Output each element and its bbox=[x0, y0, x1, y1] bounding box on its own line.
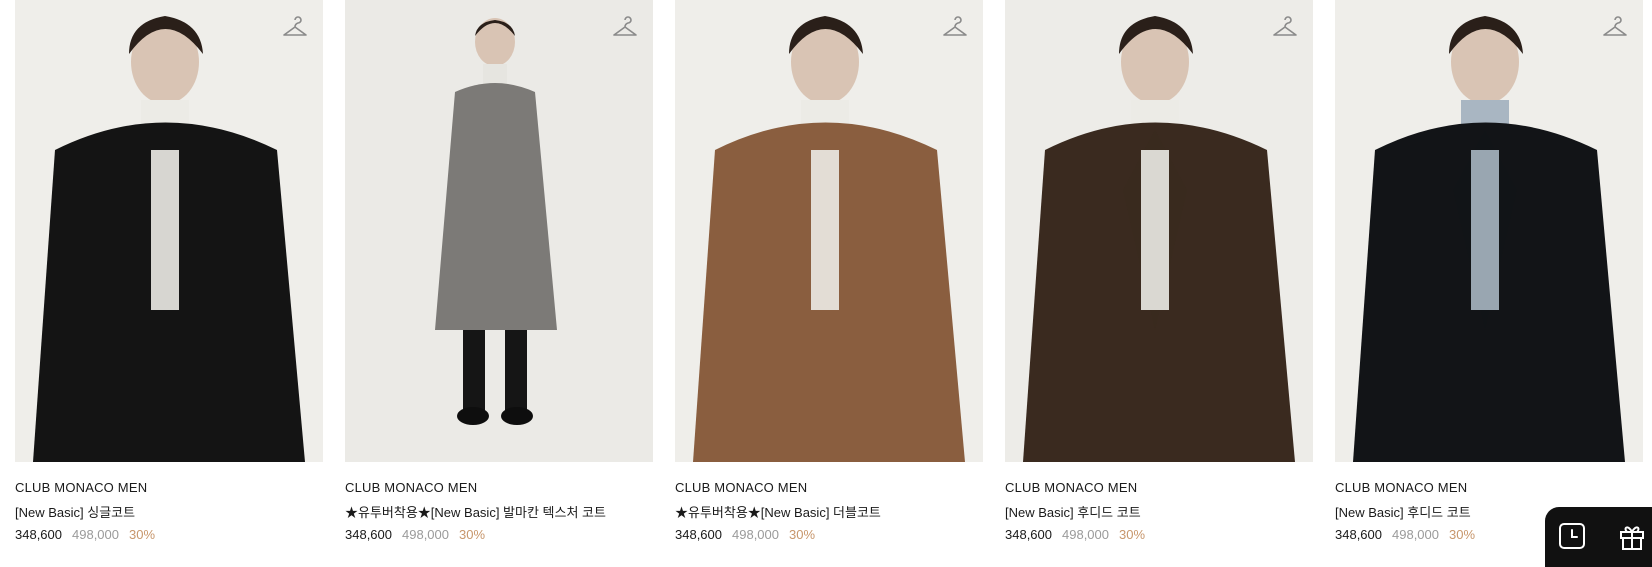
discount-rate: 30% bbox=[1449, 527, 1476, 542]
product-prices: 348,600 498,000 30% bbox=[345, 527, 485, 542]
product-name[interactable]: [New Basic] 후디드 코트 bbox=[1005, 502, 1141, 521]
product-photo-graphic bbox=[345, 0, 653, 462]
product-brand[interactable]: CLUB MONACO MEN bbox=[1335, 480, 1467, 495]
product-card[interactable]: CLUB MONACO MEN ★유투버착용★[New Basic] 발마칸 텍스… bbox=[345, 0, 653, 551]
product-brand[interactable]: CLUB MONACO MEN bbox=[675, 480, 807, 495]
product-photo-graphic bbox=[1335, 0, 1643, 462]
sale-price: 348,600 bbox=[675, 527, 722, 542]
hanger-icon[interactable] bbox=[1271, 14, 1299, 42]
floating-action-bar bbox=[1545, 507, 1652, 567]
product-brand[interactable]: CLUB MONACO MEN bbox=[15, 480, 147, 495]
product-name[interactable]: ★유투버착용★[New Basic] 발마칸 텍스처 코트 bbox=[345, 502, 606, 521]
product-card[interactable]: CLUB MONACO MEN [New Basic] 후디드 코트 348,600… bbox=[1005, 0, 1313, 551]
discount-rate: 30% bbox=[789, 527, 816, 542]
original-price: 498,000 bbox=[732, 527, 779, 542]
product-prices: 348,600 498,000 30% bbox=[1005, 527, 1145, 542]
product-prices: 348,600 498,000 30% bbox=[675, 527, 815, 542]
product-name[interactable]: [New Basic] 후디드 코트 bbox=[1335, 502, 1471, 521]
hanger-icon[interactable] bbox=[281, 14, 309, 42]
sale-price: 348,600 bbox=[1005, 527, 1052, 542]
product-name[interactable]: [New Basic] 싱글코트 bbox=[15, 502, 135, 521]
gift-icon[interactable] bbox=[1617, 521, 1647, 551]
sale-price: 348,600 bbox=[345, 527, 392, 542]
product-image[interactable] bbox=[1005, 0, 1313, 462]
product-grid: CLUB MONACO MEN [New Basic] 싱글코트 348,600 49… bbox=[15, 0, 1645, 551]
product-card[interactable]: CLUB MONACO MEN [New Basic] 싱글코트 348,600 49… bbox=[15, 0, 323, 551]
product-prices: 348,600 498,000 30% bbox=[1335, 527, 1475, 542]
discount-rate: 30% bbox=[1119, 527, 1146, 542]
product-prices: 348,600 498,000 30% bbox=[15, 527, 155, 542]
clock-icon[interactable] bbox=[1557, 521, 1587, 551]
product-photo-graphic bbox=[15, 0, 323, 462]
sale-price: 348,600 bbox=[1335, 527, 1382, 542]
product-name[interactable]: ★유투버착용★[New Basic] 더블코트 bbox=[675, 502, 881, 521]
product-image[interactable] bbox=[1335, 0, 1643, 462]
product-image[interactable] bbox=[345, 0, 653, 462]
product-photo-graphic bbox=[1005, 0, 1313, 462]
hanger-icon[interactable] bbox=[611, 14, 639, 42]
original-price: 498,000 bbox=[72, 527, 119, 542]
product-photo-graphic bbox=[675, 0, 983, 462]
discount-rate: 30% bbox=[459, 527, 486, 542]
product-image[interactable] bbox=[675, 0, 983, 462]
hanger-icon[interactable] bbox=[1601, 14, 1629, 42]
product-brand[interactable]: CLUB MONACO MEN bbox=[345, 480, 477, 495]
discount-rate: 30% bbox=[129, 527, 156, 542]
original-price: 498,000 bbox=[402, 527, 449, 542]
original-price: 498,000 bbox=[1392, 527, 1439, 542]
sale-price: 348,600 bbox=[15, 527, 62, 542]
product-brand[interactable]: CLUB MONACO MEN bbox=[1005, 480, 1137, 495]
hanger-icon[interactable] bbox=[941, 14, 969, 42]
original-price: 498,000 bbox=[1062, 527, 1109, 542]
product-image[interactable] bbox=[15, 0, 323, 462]
product-card[interactable]: CLUB MONACO MEN ★유투버착용★[New Basic] 더블코트 34… bbox=[675, 0, 983, 551]
product-card[interactable]: CLUB MONACO MEN [New Basic] 후디드 코트 348,600… bbox=[1335, 0, 1643, 551]
